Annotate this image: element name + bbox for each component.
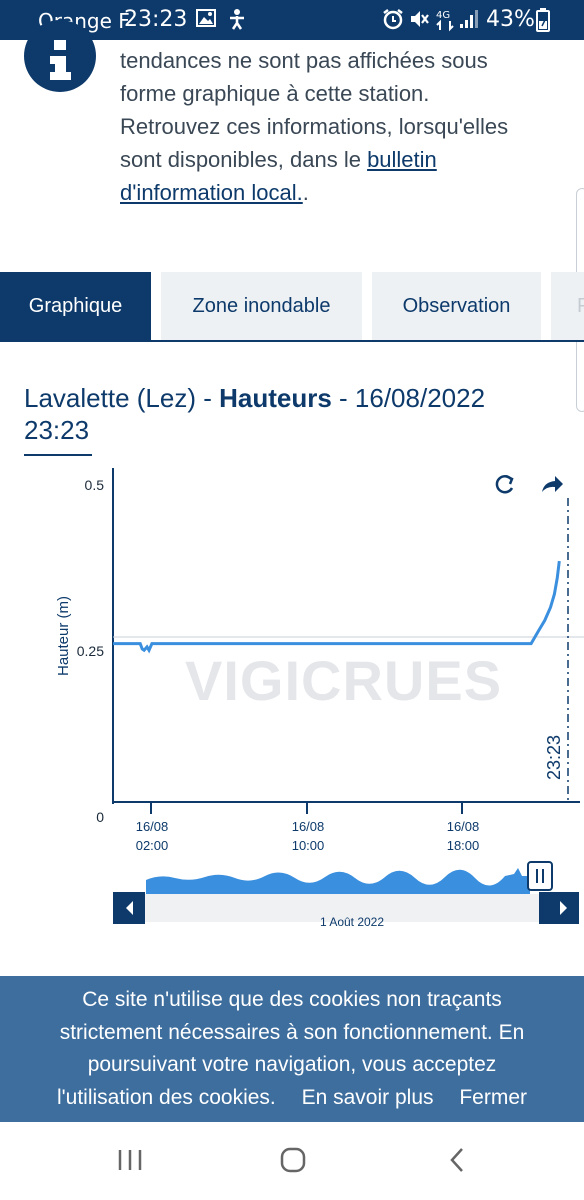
navigator-series [146, 868, 530, 894]
station-name: Lavalette (Lez) - [24, 383, 220, 413]
watermark-text: VIGICRUES [185, 649, 502, 712]
back-icon[interactable] [444, 1146, 472, 1174]
navigator-selection[interactable] [539, 892, 549, 924]
bulletin-link-continued[interactable]: d'information local. [120, 180, 303, 205]
cookie-text-line: strictement nécessaires à son fonctionne… [59, 1020, 525, 1044]
x-tick: 16/08 18:00 [447, 802, 480, 853]
tab-zone-inondable[interactable]: Zone inondable [161, 272, 362, 340]
chart-title: Lavalette (Lez) - Hauteurs - 16/08/2022 … [24, 382, 564, 446]
chart-time: 23:23 [24, 415, 90, 445]
measure-name: Hauteurs [219, 383, 332, 413]
info-trailing-dot: . [302, 180, 309, 205]
battery-level: 43% [486, 7, 535, 32]
info-line: d'information local.. [120, 176, 560, 209]
tab-underline [0, 340, 584, 342]
cookie-text-line: poursuivant votre navigation, vous accep… [87, 1053, 497, 1076]
info-line: forme graphique à cette station. [120, 81, 430, 106]
y-tick-label: 0.5 [85, 477, 105, 493]
x-tick-date: 16/08 [292, 819, 325, 834]
alarm-icon [383, 9, 403, 30]
refresh-icon[interactable] [486, 470, 520, 500]
tab-bar: Graphique Zone inondable Observation P [0, 272, 584, 342]
bulletin-link[interactable]: bulletin [367, 147, 437, 172]
chart-date: - 16/08/2022 [331, 383, 486, 413]
now-marker-label: 23:23 [544, 735, 564, 780]
x-tick: 16/08 10:00 [292, 802, 325, 853]
network-type: 4G [436, 10, 450, 21]
x-axis-ticks: 16/08 02:00 16/08 10:00 16/08 18:00 [136, 802, 480, 853]
mute-icon [411, 11, 429, 27]
x-tick-time: 02:00 [136, 838, 169, 853]
info-line: sont disponibles, dans le bulletin [120, 143, 560, 176]
info-icon [24, 20, 96, 92]
system-nav-bar [0, 1122, 584, 1200]
info-line: tendances ne sont pas affichées sous [120, 48, 488, 73]
range-navigator[interactable]: 1 Août 2022 [113, 861, 579, 929]
info-line-text: sont disponibles, dans le [120, 147, 361, 172]
recent-apps-icon[interactable] [116, 1146, 144, 1174]
accessibility-icon [230, 9, 244, 30]
clock: 23:23 [124, 7, 188, 32]
data-arrows-icon: 4G [436, 10, 454, 32]
image-icon [196, 9, 216, 27]
cookie-text-line: l'utilisation des cookies. [56, 1085, 276, 1109]
x-tick-time: 18:00 [447, 838, 480, 853]
y-tick-label: 0.25 [77, 643, 104, 659]
battery-icon [536, 8, 550, 32]
water-level-chart: VIGICRUES 0.5 0.25 0 Hauteur (m) 23:23 1… [55, 468, 584, 929]
cookie-actions: l'utilisation des cookies. En savoir plu… [0, 1082, 584, 1115]
x-tick-time: 10:00 [292, 838, 325, 853]
share-icon[interactable] [534, 470, 568, 500]
title-underline [24, 454, 92, 456]
learn-more-link[interactable]: En savoir plus [302, 1086, 434, 1109]
info-message: tendances ne sont pas affichées sous for… [120, 44, 560, 209]
y-axis-label: Hauteur (m) [55, 596, 72, 676]
tab-observation[interactable]: Observation [372, 272, 541, 340]
x-tick-date: 16/08 [136, 819, 169, 834]
x-tick: 16/08 02:00 [136, 802, 169, 853]
cookie-text-line: Ce site n'utilise que des cookies non tr… [82, 988, 502, 1011]
close-cookie-button[interactable]: Fermer [459, 1086, 527, 1109]
navigator-label: 1 Août 2022 [320, 915, 384, 929]
signal-icon [460, 10, 478, 28]
tab-next-partial[interactable]: P [551, 272, 584, 340]
y-tick-label: 0 [96, 809, 104, 825]
cookie-banner: Ce site n'utilise que des cookies non tr… [0, 976, 584, 1122]
navigator-handle[interactable] [527, 861, 553, 891]
home-icon[interactable] [279, 1146, 307, 1174]
x-tick-date: 16/08 [447, 819, 480, 834]
tab-graphique[interactable]: Graphique [0, 272, 151, 340]
info-line: Retrouvez ces informations, lorsqu'elles [120, 114, 509, 139]
